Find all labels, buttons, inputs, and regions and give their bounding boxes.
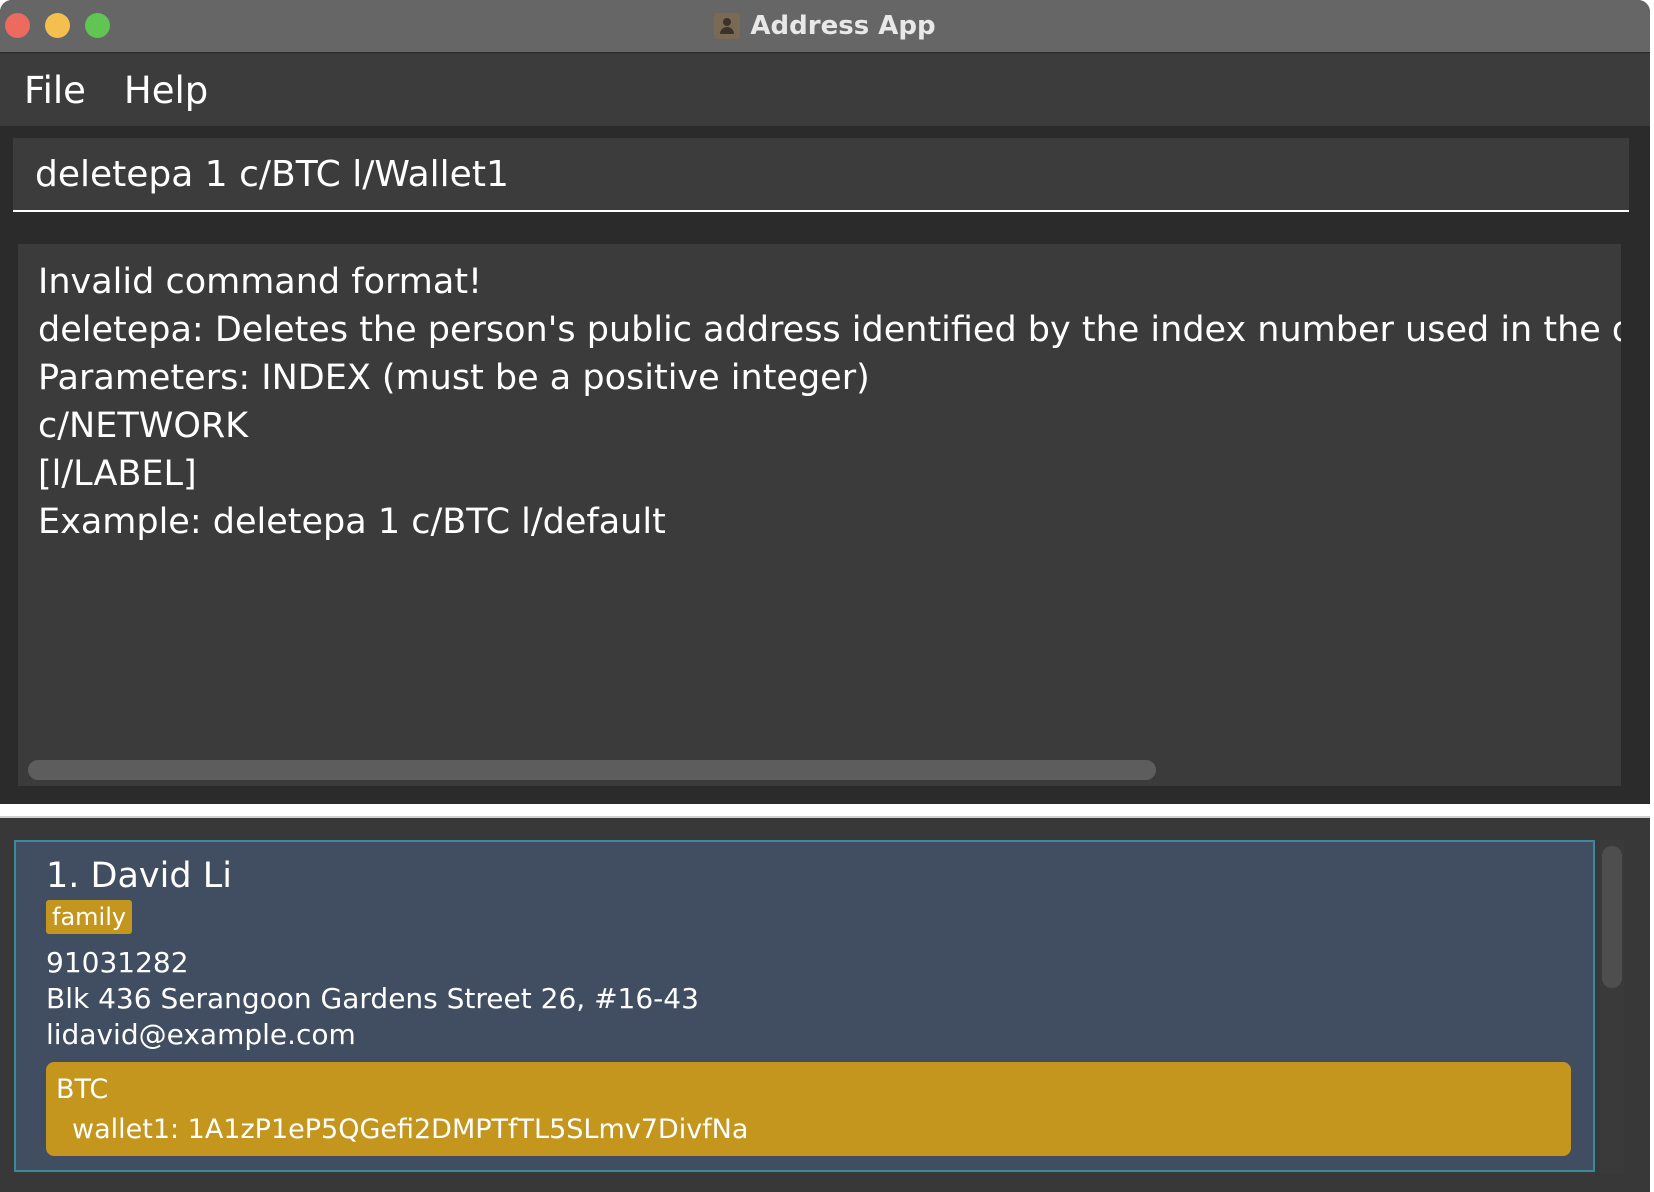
contact-card-icon xyxy=(714,13,741,39)
result-line: Invalid command format! xyxy=(38,262,483,302)
result-line: Example: deletepa 1 c/BTC l/default xyxy=(38,502,666,542)
person-name: 1. David Li xyxy=(46,856,232,896)
result-line: Parameters: INDEX (must be a positive in… xyxy=(38,358,870,398)
person-address: Blk 436 Serangoon Gardens Street 26, #16… xyxy=(46,982,699,1015)
result-pane: Invalid command format! deletepa: Delete… xyxy=(0,226,1650,804)
split-pane-divider[interactable] xyxy=(0,804,1650,818)
window-title: Address App xyxy=(750,11,936,41)
wallet-box: BTC wallet1: 1A1zP1eP5QGefi2DMPTfTL5SLmv… xyxy=(46,1062,1571,1156)
person-phone: 91031282 xyxy=(46,946,189,979)
horizontal-scrollbar[interactable] xyxy=(28,760,1156,780)
menu-help[interactable]: Help xyxy=(124,69,208,112)
command-box[interactable] xyxy=(13,138,1629,212)
tag-badge: family xyxy=(46,900,133,934)
result-text: Invalid command format! deletepa: Delete… xyxy=(38,258,1621,546)
command-pane xyxy=(0,126,1650,226)
menu-file[interactable]: File xyxy=(24,69,86,112)
window-title-group: Address App xyxy=(0,0,1650,52)
person-email: lidavid@example.com xyxy=(46,1018,356,1051)
vertical-scrollbar-thumb[interactable] xyxy=(1602,846,1622,988)
result-line: c/NETWORK xyxy=(38,406,249,446)
command-input[interactable] xyxy=(35,153,1629,195)
app-window: Address App File Help Invalid command fo… xyxy=(0,0,1650,1192)
wallet-network: BTC xyxy=(56,1074,109,1105)
title-bar[interactable]: Address App xyxy=(0,0,1650,53)
result-line: deletepa: Deletes the person's public ad… xyxy=(38,310,1621,350)
person-list-pane: 1. David Li family 91031282 Blk 436 Sera… xyxy=(0,818,1650,1192)
menu-bar: File Help xyxy=(0,54,1650,126)
result-line: [l/LABEL] xyxy=(38,454,197,494)
wallet-address: wallet1: 1A1zP1eP5QGefi2DMPTfTL5SLmv7Div… xyxy=(72,1114,749,1145)
vertical-scrollbar[interactable] xyxy=(1600,840,1624,1174)
person-card[interactable]: 1. David Li family 91031282 Blk 436 Sera… xyxy=(14,840,1595,1172)
result-display[interactable]: Invalid command format! deletepa: Delete… xyxy=(18,244,1621,786)
